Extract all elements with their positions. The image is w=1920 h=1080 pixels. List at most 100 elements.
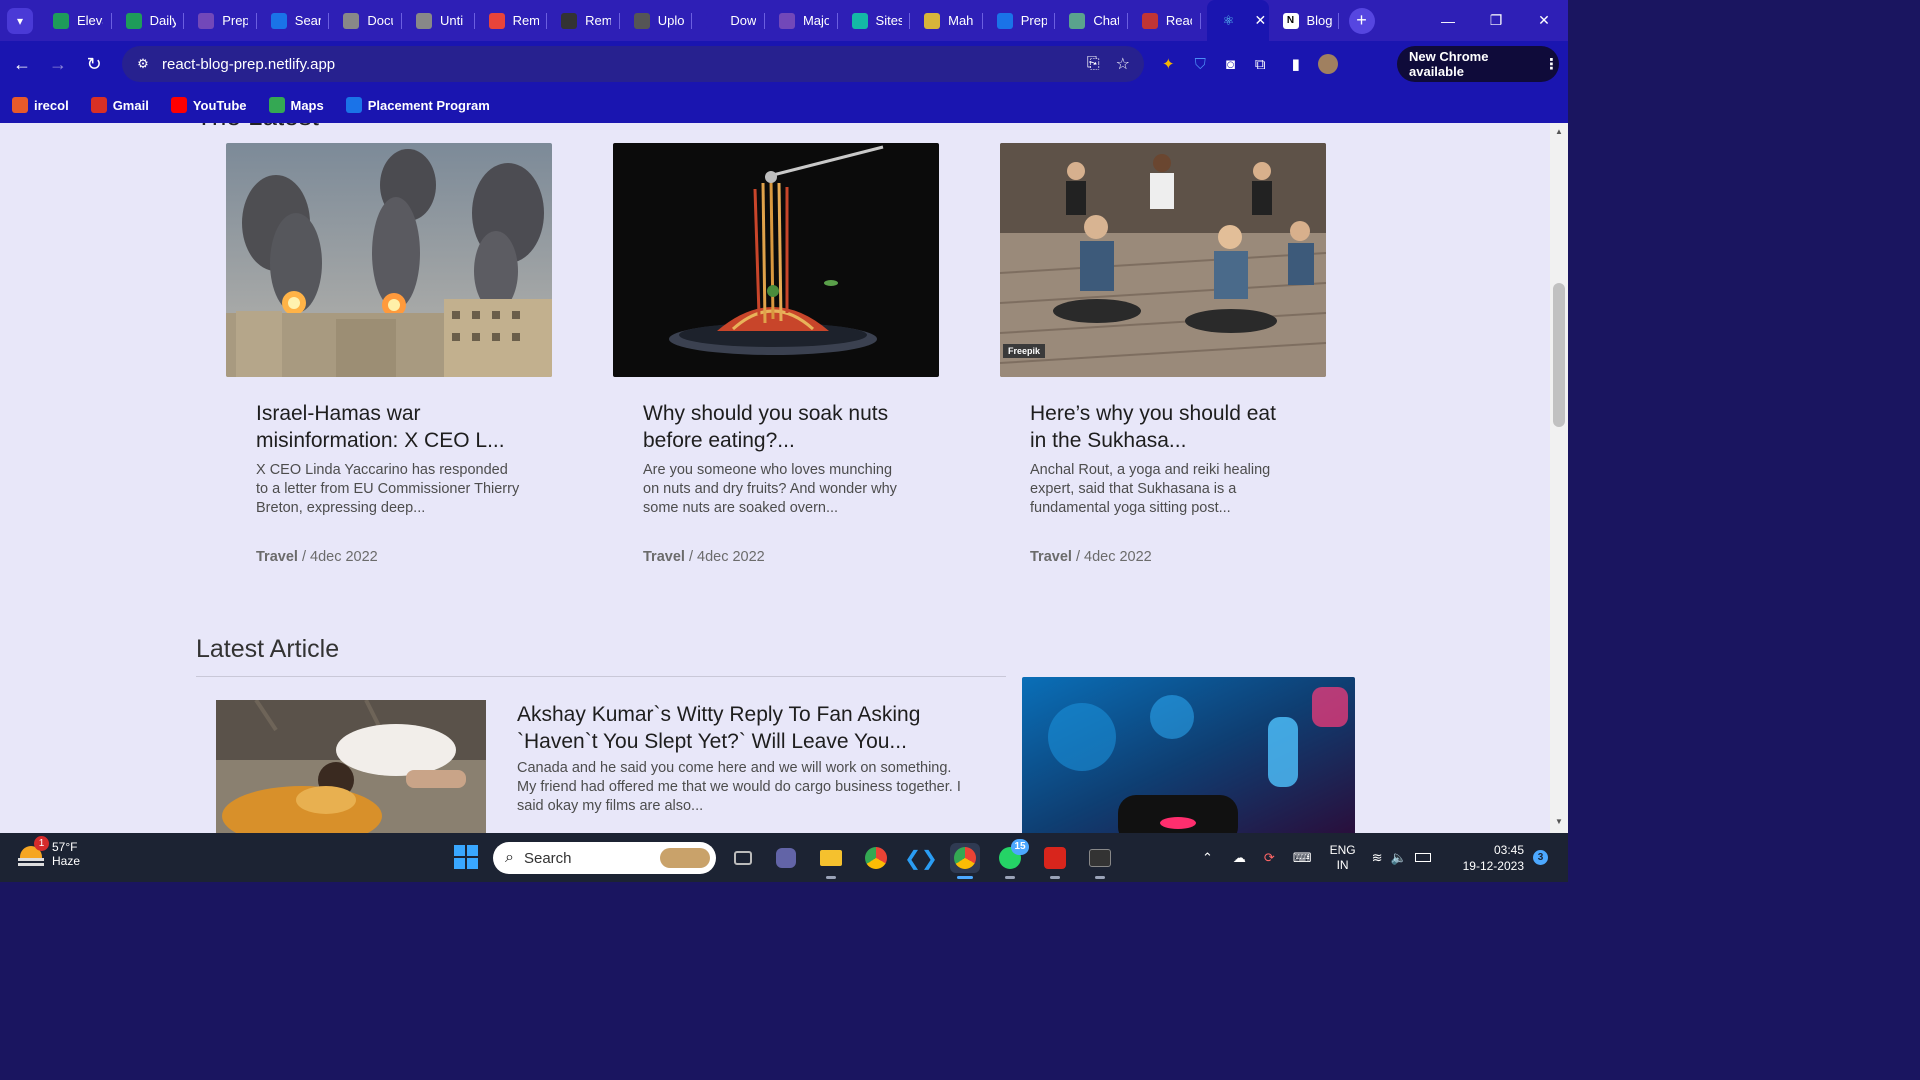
spaghetti-image: [613, 143, 939, 377]
volume-icon[interactable]: 🔈: [1391, 850, 1407, 866]
tab[interactable]: Daily: [112, 0, 185, 41]
tab[interactable]: Uplo: [620, 0, 693, 41]
chrome-active-icon[interactable]: [950, 843, 980, 879]
weather-widget[interactable]: 1 57°F Haze: [18, 836, 80, 868]
file-explorer-icon[interactable]: [816, 843, 846, 879]
start-button[interactable]: [454, 845, 478, 869]
close-window-icon[interactable]: ✕: [1520, 0, 1568, 41]
minimize-icon[interactable]: —: [1424, 0, 1472, 41]
tab-search-button[interactable]: ▾: [7, 7, 33, 34]
divider: [196, 676, 1006, 677]
scroll-up-icon[interactable]: ▲: [1550, 127, 1568, 136]
back-button[interactable]: ←: [4, 46, 40, 82]
wifi-icon[interactable]: ≋: [1372, 850, 1383, 866]
card-category[interactable]: Travel: [1030, 549, 1072, 565]
clock[interactable]: 03:45 19-12-2023: [1463, 842, 1524, 874]
address-bar[interactable]: ⚙ react-blog-prep.netlify.app ⎘ ☆: [122, 46, 1144, 82]
reload-button[interactable]: ↻: [76, 46, 112, 82]
tab-react-active[interactable]: ⚛ ✕: [1206, 0, 1269, 41]
bookmark-star-icon[interactable]: ☆: [1116, 54, 1130, 74]
card-title[interactable]: Here’s why you should eat in the Sukhasa…: [1030, 400, 1296, 454]
onedrive-icon[interactable]: ☁: [1233, 850, 1246, 866]
profile-avatar[interactable]: [1317, 54, 1338, 74]
bookmark-item[interactable]: Placement Program: [345, 97, 490, 113]
forward-button[interactable]: →: [40, 46, 76, 82]
task-view-icon[interactable]: [728, 843, 758, 873]
sync-icon[interactable]: ⟳: [1264, 850, 1275, 866]
card-category[interactable]: Travel: [643, 549, 685, 565]
card-category[interactable]: Travel: [256, 549, 298, 565]
article-card[interactable]: Why should you soak nuts before eating?.…: [613, 143, 939, 565]
sleeping-man-dog-image[interactable]: [216, 700, 486, 833]
tab[interactable]: Prep: [983, 0, 1056, 41]
extensions-area: ✦ ⛉ ◙ ⧉ ▮: [1162, 46, 1338, 82]
article-card[interactable]: Freepik Here’s why you should eat in the…: [1000, 143, 1326, 565]
scrollbar-thumb[interactable]: [1553, 283, 1565, 427]
card-date: / 4dec 2022: [1071, 549, 1152, 565]
tab[interactable]: Rem: [547, 0, 620, 41]
close-tab-icon[interactable]: ✕: [1255, 12, 1267, 29]
tab[interactable]: Mah: [910, 0, 983, 41]
taskbar-search-box[interactable]: ⌕ Search: [493, 842, 716, 874]
chrome-icon[interactable]: [861, 843, 891, 873]
bookmark-item[interactable]: Gmail: [90, 97, 149, 113]
tab[interactable]: Docu: [329, 0, 402, 41]
tab[interactable]: Majo: [765, 0, 838, 41]
card-title[interactable]: Israel-Hamas war misinformation: X CEO L…: [256, 400, 522, 454]
tab[interactable]: Prep: [184, 0, 257, 41]
terminal-icon[interactable]: [1085, 843, 1115, 879]
side-panel-icon[interactable]: ▮: [1292, 55, 1300, 73]
site-settings-icon[interactable]: ⚙: [128, 56, 158, 72]
tab[interactable]: Dow: [692, 0, 765, 41]
bookmark-label: Gmail: [112, 97, 149, 113]
new-chrome-label: New Chrome available: [1409, 49, 1489, 79]
scroll-down-icon[interactable]: ▼: [1550, 817, 1568, 826]
bookmark-item[interactable]: Maps: [268, 97, 324, 113]
battery-icon[interactable]: [1414, 853, 1431, 862]
color-picker-extension-icon[interactable]: ✦: [1162, 55, 1175, 73]
tab[interactable]: Sear: [257, 0, 330, 41]
install-app-icon[interactable]: ⎘: [1087, 55, 1100, 73]
article-card[interactable]: Israel-Hamas war misinformation: X CEO L…: [226, 143, 552, 565]
window-controls: — ❐ ✕: [1424, 0, 1568, 41]
tab[interactable]: Unti: [402, 0, 475, 41]
tab[interactable]: Eleva: [39, 0, 112, 41]
tab[interactable]: Rem: [475, 0, 548, 41]
github-icon: [561, 12, 578, 29]
language-indicator[interactable]: ENG IN: [1330, 843, 1356, 873]
tab-blog[interactable]: N Blog: [1269, 0, 1339, 41]
bookmark-item[interactable]: irecol: [12, 97, 69, 113]
card-title[interactable]: Why should you soak nuts before eating?.…: [643, 400, 909, 454]
tab-label: Eleva: [77, 13, 103, 28]
latest-article-title[interactable]: Akshay Kumar`s Witty Reply To Fan Asking…: [517, 701, 957, 755]
tab[interactable]: Reac: [1128, 0, 1201, 41]
page-scrollbar[interactable]: ▲ ▼: [1550, 123, 1568, 833]
puzzle-icon[interactable]: ⧉: [1255, 56, 1266, 73]
teams-chat-icon[interactable]: [771, 843, 801, 873]
clock-date: 19-12-2023: [1462, 859, 1524, 873]
keyboard-icon[interactable]: ⌨: [1293, 850, 1312, 866]
tab[interactable]: Sites: [838, 0, 911, 41]
acrobat-icon[interactable]: [1040, 843, 1070, 879]
restore-icon[interactable]: ❐: [1472, 0, 1520, 41]
war-smoke-image: [226, 143, 552, 377]
chevron-up-icon[interactable]: ⌃: [1202, 850, 1213, 866]
whatsapp-icon[interactable]: 15: [995, 839, 1029, 879]
tab-label: Docu: [367, 13, 393, 28]
new-tab-button[interactable]: +: [1348, 7, 1375, 34]
notification-badge[interactable]: 3: [1533, 850, 1548, 865]
browser-toolbar: ← → ↻ ⚙ react-blog-prep.netlify.app ⎘ ☆ …: [0, 41, 1568, 87]
camera-extension-icon[interactable]: ◙: [1226, 56, 1235, 73]
tab[interactable]: Chat: [1055, 0, 1128, 41]
shield-extension-icon[interactable]: ⛉: [1195, 56, 1206, 73]
arrow-left-icon: ←: [13, 53, 31, 74]
card-meta: Travel / 4dec 2022: [1030, 549, 1296, 565]
vscode-icon[interactable]: ❮❯: [904, 843, 938, 873]
phone-neon-image[interactable]: [1022, 677, 1355, 833]
bookmark-item[interactable]: YouTube: [170, 97, 247, 113]
card-excerpt: X CEO Linda Yaccarino has responded to a…: [256, 462, 520, 516]
pb-icon: [345, 97, 362, 113]
clock-time: 03:45: [1493, 843, 1524, 857]
tab-label: Reac: [1165, 13, 1192, 28]
new-chrome-available-button[interactable]: New Chrome available ⋮: [1397, 46, 1559, 82]
